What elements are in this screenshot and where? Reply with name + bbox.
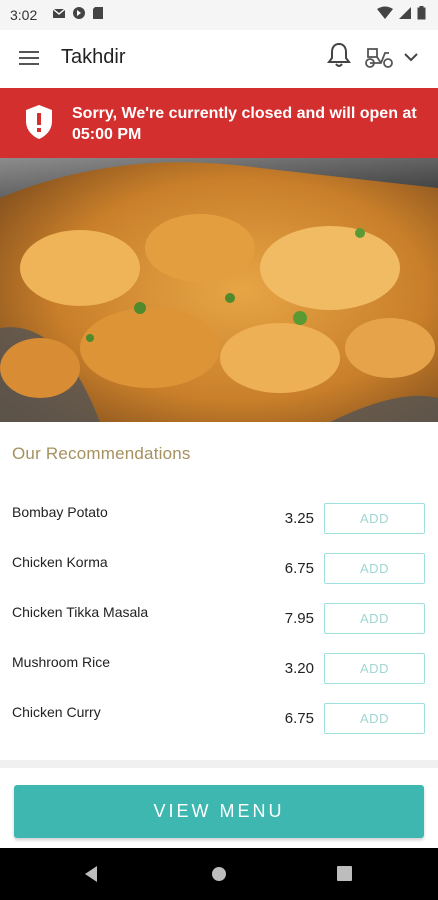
item-name: Bombay Potato xyxy=(12,504,108,520)
item-price: 6.75 xyxy=(284,710,314,727)
list-item: Chicken Korma 6.75 ADD xyxy=(0,547,438,597)
app-bar: Takhdir xyxy=(0,30,438,87)
banner-message: Sorry, We're currently closed and will o… xyxy=(72,105,417,143)
delivery-scooter-icon[interactable] xyxy=(364,43,394,69)
item-price: 6.75 xyxy=(284,560,314,577)
app-title: Takhdir xyxy=(61,46,126,68)
status-bar: 3:02 xyxy=(0,0,438,30)
battery-icon xyxy=(417,6,426,20)
sd-card-icon xyxy=(93,7,103,19)
app-notification-icon xyxy=(73,7,85,19)
add-button[interactable]: ADD xyxy=(324,603,425,634)
hero-food-image xyxy=(0,158,438,422)
recommendations-list: Bombay Potato 3.25 ADD Chicken Korma 6.7… xyxy=(0,497,438,747)
gmail-icon xyxy=(52,8,66,18)
list-item: Chicken Curry 6.75 ADD xyxy=(0,697,438,747)
status-time: 3:02 xyxy=(10,7,38,23)
list-item: Bombay Potato 3.25 ADD xyxy=(0,497,438,547)
system-nav-bar xyxy=(0,848,438,900)
item-name: Chicken Korma xyxy=(12,554,108,570)
item-name: Mushroom Rice xyxy=(12,654,111,670)
add-button[interactable]: ADD xyxy=(324,503,425,534)
add-button[interactable]: ADD xyxy=(324,553,425,584)
item-name: Chicken Tikka Masala xyxy=(12,604,149,620)
section-divider xyxy=(0,760,438,768)
item-price: 3.20 xyxy=(284,660,314,677)
closed-banner: Sorry, We're currently closed and will o… xyxy=(0,88,438,158)
home-icon[interactable] xyxy=(211,866,227,882)
recents-icon[interactable] xyxy=(337,866,352,881)
item-name: Chicken Curry xyxy=(12,704,101,720)
back-icon[interactable] xyxy=(83,865,99,883)
recommendations-title: Our Recommendations xyxy=(12,444,191,463)
list-item: Chicken Tikka Masala 7.95 ADD xyxy=(0,597,438,647)
view-menu-button[interactable]: VIEW MENU xyxy=(14,785,424,838)
list-item: Mushroom Rice 3.20 ADD xyxy=(0,647,438,697)
cell-signal-icon xyxy=(399,7,411,19)
shield-alert-icon xyxy=(26,105,52,139)
chevron-down-icon[interactable] xyxy=(402,48,420,66)
hamburger-menu-icon[interactable] xyxy=(18,48,42,68)
add-button[interactable]: ADD xyxy=(324,653,425,684)
item-price: 7.95 xyxy=(284,610,314,627)
add-button[interactable]: ADD xyxy=(324,703,425,734)
bell-icon[interactable] xyxy=(326,41,352,69)
wifi-icon xyxy=(377,6,393,19)
item-price: 3.25 xyxy=(284,510,314,527)
